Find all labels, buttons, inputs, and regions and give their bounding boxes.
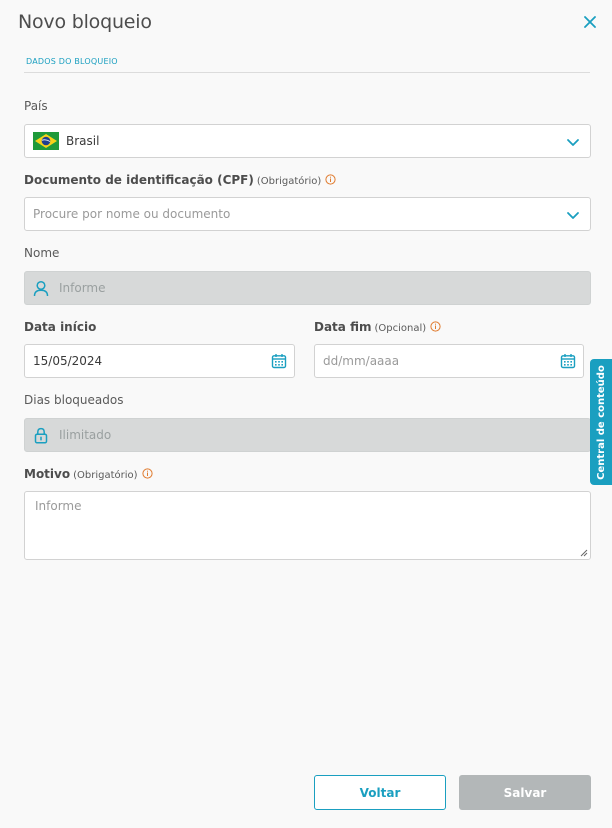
name-label: Nome (24, 246, 60, 260)
back-button[interactable]: Voltar (314, 775, 446, 810)
start-date-input[interactable]: 15/05/2024 (24, 344, 295, 378)
blocked-days-input: Ilimitado (24, 418, 591, 452)
calendar-icon[interactable] (271, 353, 287, 369)
start-date-value: 15/05/2024 (33, 354, 103, 368)
country-select[interactable]: Brasil (24, 124, 591, 158)
save-button[interactable]: Salvar (459, 775, 591, 810)
document-label: Documento de identificação (CPF) (Obrigat… (24, 173, 336, 187)
document-required-text: (Obrigatório) (256, 176, 322, 187)
info-icon[interactable] (141, 468, 153, 479)
info-icon[interactable] (325, 174, 336, 185)
reason-textarea[interactable]: Informe (24, 491, 591, 560)
user-icon (33, 280, 49, 296)
document-placeholder: Procure por nome ou documento (33, 207, 231, 221)
start-date-label: Data início (24, 320, 97, 334)
end-date-label-text: Data fim (314, 320, 372, 334)
lock-icon (34, 427, 48, 444)
chevron-down-icon (567, 212, 579, 219)
brazil-flag-icon (33, 132, 59, 150)
reason-required-text: (Obrigatório) (73, 470, 138, 481)
reason-label-text: Motivo (24, 467, 71, 481)
content-center-tab[interactable]: Central de conteúdo (590, 359, 612, 485)
blocked-days-label: Dias bloqueados (24, 393, 124, 407)
country-value: Brasil (66, 134, 100, 148)
reason-placeholder: Informe (35, 499, 82, 513)
document-label-text: Documento de identificação (CPF) (24, 173, 254, 187)
name-input: Informe (24, 271, 591, 305)
end-date-optional-text: (Opcional) (374, 323, 427, 334)
close-button[interactable] (580, 12, 600, 32)
reason-label: Motivo (Obrigatório) (24, 467, 153, 481)
document-search-select[interactable]: Procure por nome ou documento (24, 197, 591, 231)
close-icon (584, 16, 596, 28)
country-label: País (24, 99, 48, 113)
end-date-label: Data fim (Opcional) (314, 320, 441, 334)
section-divider (24, 72, 590, 73)
end-date-placeholder: dd/mm/aaaa (323, 354, 400, 368)
info-icon[interactable] (430, 321, 441, 332)
content-center-label: Central de conteúdo (595, 364, 607, 480)
section-tab-label[interactable]: DADOS DO BLOQUEIO (26, 57, 118, 66)
end-date-input[interactable]: dd/mm/aaaa (314, 344, 584, 378)
modal-title: Novo bloqueio (18, 11, 152, 33)
calendar-icon[interactable] (560, 353, 576, 369)
chevron-down-icon (567, 139, 579, 146)
name-placeholder: Informe (59, 281, 106, 295)
blocked-days-value: Ilimitado (59, 428, 112, 442)
resize-grip-icon[interactable] (580, 549, 588, 557)
